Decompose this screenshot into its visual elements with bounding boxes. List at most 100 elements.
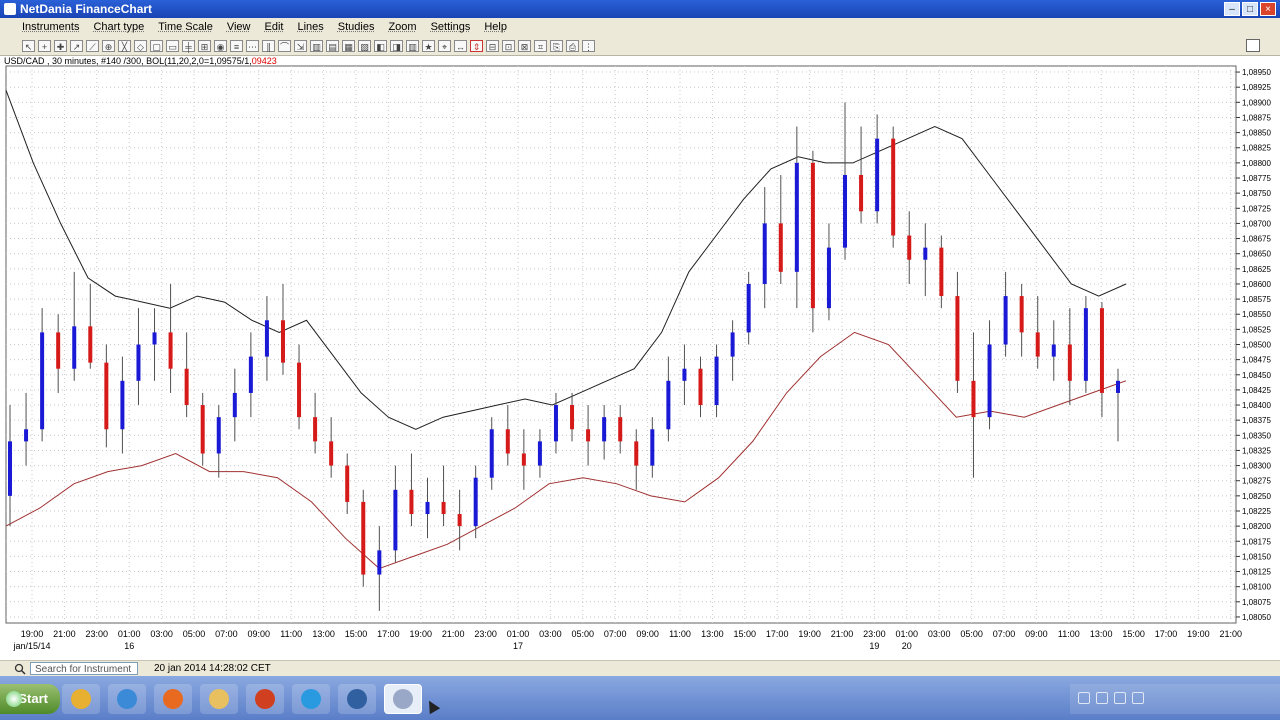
x-tick-label: 05:00 (183, 629, 206, 639)
toolbar-tool-35-icon[interactable]: ⎙ (566, 39, 579, 52)
toolbar-tool-4-icon[interactable]: ↗ (70, 39, 83, 52)
toolbar-tool-10-icon[interactable]: ▭ (166, 39, 179, 52)
minimize-button[interactable]: – (1224, 2, 1240, 16)
x-tick-label: 03:00 (539, 629, 562, 639)
toolbar-tool-33-icon[interactable]: ⌗ (534, 39, 547, 52)
toolbar-tool-16-icon[interactable]: ∥ (262, 39, 275, 52)
toolbar-tool-24-icon[interactable]: ◨ (390, 39, 403, 52)
internet-explorer-icon[interactable] (108, 684, 146, 714)
folder-icon[interactable] (200, 684, 238, 714)
instrument-search-input[interactable]: Search for Instrument (30, 662, 138, 675)
tray-icon-2[interactable] (1096, 692, 1108, 704)
chart-info-line: USD/CAD , 30 minutes, #140 /300, BOL(11,… (4, 56, 277, 66)
toolbar-tool-32-icon[interactable]: ⊠ (518, 39, 531, 52)
y-tick-label: 1,08775 (1242, 174, 1271, 183)
toolbar-tool-30-icon[interactable]: ⊟ (486, 39, 499, 52)
toolbar-tool-5-icon[interactable]: ⟋ (86, 39, 99, 52)
x-date-label: jan/15/14 (12, 641, 50, 651)
toolbar-tool-6-icon[interactable]: ⊕ (102, 39, 115, 52)
x-tick-label: 11:00 (1058, 629, 1080, 639)
toolbar-tool-1-icon[interactable]: ↖ (22, 39, 35, 52)
toolbar-tool-36-icon[interactable]: ⋮ (582, 39, 595, 52)
toolbar-tool-26-icon[interactable]: ★ (422, 39, 435, 52)
candle-body (8, 441, 12, 496)
menu-view[interactable]: View (227, 18, 251, 36)
menu-time-scale[interactable]: Time Scale (158, 18, 213, 36)
toolbar-tool-20-icon[interactable]: ▤ (326, 39, 339, 52)
toolbar-tool-11-icon[interactable]: ╪ (182, 39, 195, 52)
toolbar-tool-15-icon[interactable]: ⋯ (246, 39, 259, 52)
menu-chart-type[interactable]: Chart type (93, 18, 144, 36)
close-button[interactable]: × (1260, 2, 1276, 16)
menu-zoom[interactable]: Zoom (388, 18, 416, 36)
candle-body (152, 332, 157, 345)
search-icon[interactable] (14, 663, 26, 675)
toolbar-tool-19-icon[interactable]: ▥ (310, 39, 323, 52)
toolbar-tool-17-icon[interactable]: ⌒ (278, 39, 291, 52)
toolbar-tool-29-icon[interactable]: ⇕ (470, 39, 483, 52)
chart-info-text: USD/CAD , 30 minutes, #140 /300, BOL(11,… (4, 56, 252, 66)
x-tick-label: 01:00 (896, 629, 919, 639)
toolbar-tool-8-icon[interactable]: ◇ (134, 39, 147, 52)
toolbar-tool-28-icon[interactable]: ↔ (454, 39, 467, 52)
toolbar-tool-34-icon[interactable]: ⎘ (550, 39, 563, 52)
firefox-icon[interactable] (154, 684, 192, 714)
toolbar-tool-13-icon[interactable]: ◉ (214, 39, 227, 52)
y-tick-label: 1,08250 (1242, 492, 1271, 501)
candle-body (297, 362, 302, 418)
toolbar-tool-3-icon[interactable]: ✚ (54, 39, 67, 52)
menu-edit[interactable]: Edit (264, 18, 283, 36)
candle-body (377, 550, 382, 575)
y-tick-label: 1,08225 (1242, 507, 1271, 516)
maximize-button[interactable]: □ (1242, 2, 1258, 16)
toolbar-tool-22-icon[interactable]: ▧ (358, 39, 371, 52)
candle-body (40, 332, 45, 430)
chrome-icon[interactable] (62, 684, 100, 714)
candle-body (200, 405, 205, 454)
toolbar-tool-23-icon[interactable]: ◧ (374, 39, 387, 52)
network-icon[interactable] (338, 684, 376, 714)
toolbar-tool-14-icon[interactable]: ≡ (230, 39, 243, 52)
candle-body (907, 235, 912, 260)
candle-body (586, 429, 591, 442)
menu-lines[interactable]: Lines (297, 18, 323, 36)
skype-icon[interactable] (292, 684, 330, 714)
toolbar-tool-21-icon[interactable]: ▦ (342, 39, 355, 52)
candle-body (746, 283, 751, 333)
chart-app-icon[interactable] (384, 684, 422, 714)
toolbar-tool-12-icon[interactable]: ⊞ (198, 39, 211, 52)
status-bar: Search for Instrument 20 jan 2014 14:28:… (0, 660, 1280, 677)
x-tick-label: 13:00 (312, 629, 335, 639)
toolbar-tool-31-icon[interactable]: ⊡ (502, 39, 515, 52)
start-label: Start (18, 691, 48, 706)
price-chart[interactable]: 1,08950 1,08925 1,08900 1,08875 1,08850 1,088… (0, 56, 1280, 660)
x-tick-label: 05:00 (960, 629, 983, 639)
x-tick-label: 17:00 (377, 629, 400, 639)
volume-icon[interactable] (1132, 692, 1144, 704)
menu-instruments[interactable]: Instruments (22, 18, 79, 36)
print-icon[interactable] (1246, 39, 1260, 52)
start-button[interactable]: Start (0, 684, 60, 714)
y-tick-label: 1,08100 (1242, 583, 1271, 592)
window-title: NetDania FinanceChart (20, 2, 153, 16)
x-date-label: 16 (124, 641, 134, 651)
toolbar-tool-7-icon[interactable]: ╳ (118, 39, 131, 52)
menu-settings[interactable]: Settings (431, 18, 471, 36)
toolbar-tool-18-icon[interactable]: ⇲ (294, 39, 307, 52)
candle-body (72, 326, 77, 369)
toolbar-tool-27-icon[interactable]: ⌖ (438, 39, 451, 52)
candle-body (441, 501, 446, 515)
tray-icon-3[interactable] (1114, 692, 1126, 704)
tray-icon-1[interactable] (1078, 692, 1090, 704)
x-tick-label: 07:00 (604, 629, 627, 639)
media-player-icon[interactable] (246, 684, 284, 714)
x-tick-label: 13:00 (701, 629, 724, 639)
y-tick-label: 1,08650 (1242, 250, 1271, 259)
folder-icon-glyph (209, 689, 229, 709)
toolbar-tool-25-icon[interactable]: ▥ (406, 39, 419, 52)
toolbar-tool-9-icon[interactable]: ▢ (150, 39, 163, 52)
menu-help[interactable]: Help (484, 18, 507, 36)
menu-studies[interactable]: Studies (338, 18, 375, 36)
x-tick-label: 17:00 (1155, 629, 1178, 639)
toolbar-tool-2-icon[interactable]: + (38, 39, 51, 52)
